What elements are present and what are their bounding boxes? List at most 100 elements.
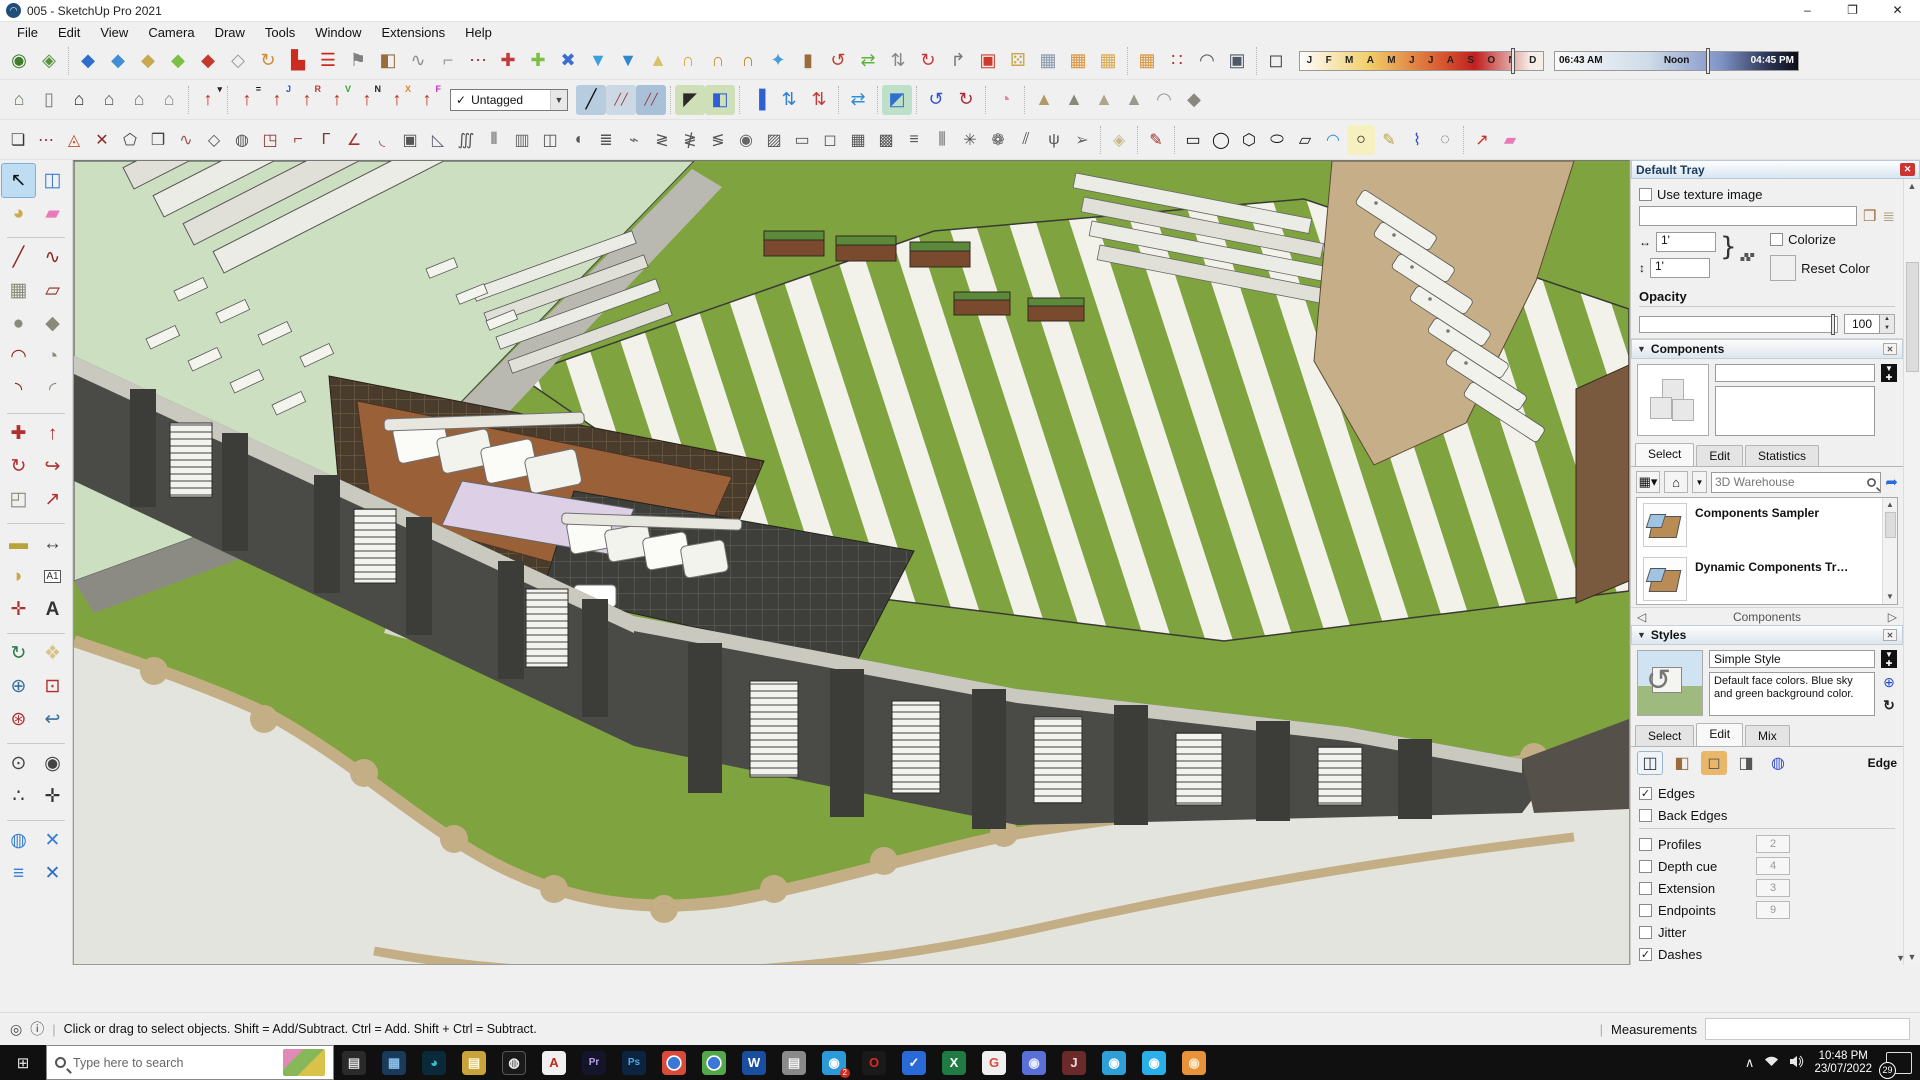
unglue-x-icon[interactable]: ↑ X (382, 84, 412, 115)
collections-arrow-icon[interactable]: ▼ (1692, 471, 1707, 493)
hook-3-icon[interactable]: ∩ (733, 46, 763, 76)
push-pull-tool[interactable]: ↑ (36, 417, 69, 450)
tray-scrollbar[interactable]: ▲ ▼ (1903, 179, 1920, 965)
x-marks-icon[interactable]: ∷ (1162, 46, 1192, 76)
card-red-icon[interactable]: ▣ (973, 46, 1003, 76)
menu-item[interactable]: File (8, 24, 47, 41)
frame-box-icon[interactable]: ▣ (396, 125, 424, 155)
spiral-stair-icon[interactable]: ◉ (732, 125, 760, 155)
viewport-3d-scene[interactable] (74, 161, 1629, 964)
file-explorer-icon[interactable]: ▤ (454, 1045, 494, 1080)
undo-blue-icon[interactable]: ↺ (921, 85, 951, 115)
hidden-icons-chevron-icon[interactable]: ∧ (1745, 1055, 1755, 1071)
roof-red-icon[interactable]: ◆ (193, 46, 223, 76)
flag-icon[interactable]: ⚑ (343, 46, 373, 76)
protractor-tool[interactable]: ◗ (2, 560, 35, 593)
wall-corner-icon[interactable]: ◖ (564, 125, 592, 155)
edge-settings-icon[interactable]: ◫ (1637, 751, 1663, 775)
quad-face-blue-icon[interactable]: ◆ (73, 46, 103, 76)
bezier-path-icon[interactable]: ⋯ (32, 125, 60, 155)
dimension-tool[interactable]: ↔ (36, 527, 69, 560)
unglue-r-icon[interactable]: ↑ R (292, 84, 322, 115)
edge-checkbox[interactable]: ✓ (1639, 947, 1652, 961)
diag-arrow-icon[interactable]: ⇄ (843, 85, 873, 115)
tag-dropdown[interactable]: ✓ Untagged ▼ (450, 88, 568, 111)
section-scroll-down-icon[interactable]: ▼ (1896, 953, 1905, 963)
volume-icon[interactable] (1789, 1055, 1804, 1071)
styles-tab[interactable]: Select (1635, 725, 1695, 746)
door-frame-icon[interactable]: ◻ (816, 125, 844, 155)
box-swap-icon[interactable]: ⇅ (883, 46, 913, 76)
opacity-slider[interactable] (1639, 313, 1838, 335)
edge-checkbox[interactable] (1639, 808, 1652, 822)
collection-folder-icon[interactable] (1643, 557, 1687, 601)
face-settings-icon[interactable]: ◧ (1669, 751, 1695, 775)
edge-checkbox[interactable] (1639, 859, 1652, 873)
tag-dropdown-arrow-icon[interactable]: ▼ (550, 89, 567, 110)
louver-stack-icon[interactable]: ≣ (592, 125, 620, 155)
boxes-x-icon[interactable]: ▣ (1222, 46, 1252, 76)
component-description-input[interactable] (1715, 386, 1875, 436)
quad-face-light-icon[interactable]: ◆ (103, 46, 133, 76)
fan-petal-icon[interactable]: ❁ (984, 125, 1012, 155)
close-button[interactable]: ✕ (1875, 0, 1920, 22)
collection-folder-icon[interactable] (1643, 503, 1687, 547)
curve-band-icon[interactable]: ∿ (172, 125, 200, 155)
window-grid-icon[interactable]: ▦ (844, 125, 872, 155)
warehouse-download-tool[interactable]: ◍ (2, 824, 35, 857)
chrome-2-icon[interactable]: ◉ (694, 1045, 734, 1080)
menu-item[interactable]: Extensions (373, 24, 455, 41)
arc-blue-icon[interactable]: ◠ (1319, 125, 1347, 155)
grass-blades-icon[interactable]: ψ (1040, 125, 1068, 155)
arrows-blue-green-icon[interactable]: ⇅ (774, 85, 804, 115)
axes-tool[interactable]: ✛ (2, 593, 35, 626)
swirl-red-icon[interactable]: ↺ (823, 46, 853, 76)
components-tab[interactable]: Edit (1696, 445, 1744, 466)
geolocation-icon[interactable]: ◎ (10, 1021, 22, 1038)
edge-browser-icon[interactable]: ◕ (414, 1045, 454, 1080)
house-flat-icon[interactable]: ⌂ (94, 85, 124, 115)
maximize-button[interactable]: ❐ (1830, 0, 1875, 22)
offset-face-icon[interactable]: ❒ (144, 125, 172, 155)
zoom-tool[interactable]: ⊕ (2, 670, 35, 703)
warehouse-search[interactable] (1711, 471, 1882, 493)
parallelogram-tool-icon[interactable]: ▱ (1291, 125, 1319, 155)
wrap-cyl-icon[interactable]: ◍ (228, 125, 256, 155)
display-secondary-pane-icon[interactable]: ▼ ✚ (1881, 650, 1897, 668)
menu-item[interactable]: Window (306, 24, 370, 41)
texture-filename-input[interactable] (1639, 206, 1857, 226)
paint-bucket-tool[interactable]: ◕ (2, 197, 35, 230)
hook-1-icon[interactable]: ∩ (673, 46, 703, 76)
arc-pink-icon[interactable]: ◔ (990, 85, 1020, 115)
extrude-page-icon[interactable]: ❏ (4, 125, 32, 155)
bend-tool-icon[interactable]: ⌐ (433, 46, 463, 76)
stair-wide-icon[interactable]: ≶ (704, 125, 732, 155)
zoom-extents-tool[interactable]: ⊛ (2, 703, 35, 736)
select-tool[interactable]: ↖ (1, 163, 36, 198)
pencil-sketch-icon[interactable]: ✎ (1375, 125, 1403, 155)
drop-grid-icon[interactable]: ▼ (613, 46, 643, 76)
opacity-value-input[interactable]: 100 (1844, 314, 1880, 334)
grid-face-icon[interactable]: ◇ (223, 46, 253, 76)
house-shed-icon[interactable]: ⌂ (154, 85, 184, 115)
style-description[interactable]: Default face colors. Blue sky and green … (1709, 672, 1875, 716)
menu-item[interactable]: Draw (206, 24, 254, 41)
scroll-thumb[interactable] (1884, 512, 1896, 538)
eraser-pink-icon[interactable]: ▰ (1496, 125, 1524, 155)
previous-view-tool[interactable]: ↩ (36, 703, 69, 736)
ramp-icon[interactable]: ◺ (424, 125, 452, 155)
menu-item[interactable]: Edit (49, 24, 89, 41)
make-component-tool[interactable]: ◫ (36, 164, 69, 197)
components-list-scrollbar[interactable]: ▲ ▼ (1882, 498, 1897, 604)
edge-style-2-icon[interactable]: ╱╱ (606, 84, 636, 115)
components-header[interactable]: ▼ Components ✕ (1631, 339, 1903, 359)
shadow-toggle-icon[interactable]: ◻ (1261, 46, 1291, 76)
update-style-icon[interactable]: ↻ (1883, 697, 1895, 714)
move-tool[interactable]: ✚ (2, 417, 35, 450)
quad-face-tan-icon[interactable]: ◆ (133, 46, 163, 76)
tray-close-icon[interactable]: ✕ (1900, 163, 1915, 176)
cube-nodes-icon[interactable]: ▦ (1033, 46, 1063, 76)
edge-param-value[interactable]: 4 (1756, 857, 1790, 875)
house-plain-icon[interactable]: ⌂ (64, 85, 94, 115)
ellipse-tool-icon[interactable]: ⬭ (1263, 125, 1291, 155)
